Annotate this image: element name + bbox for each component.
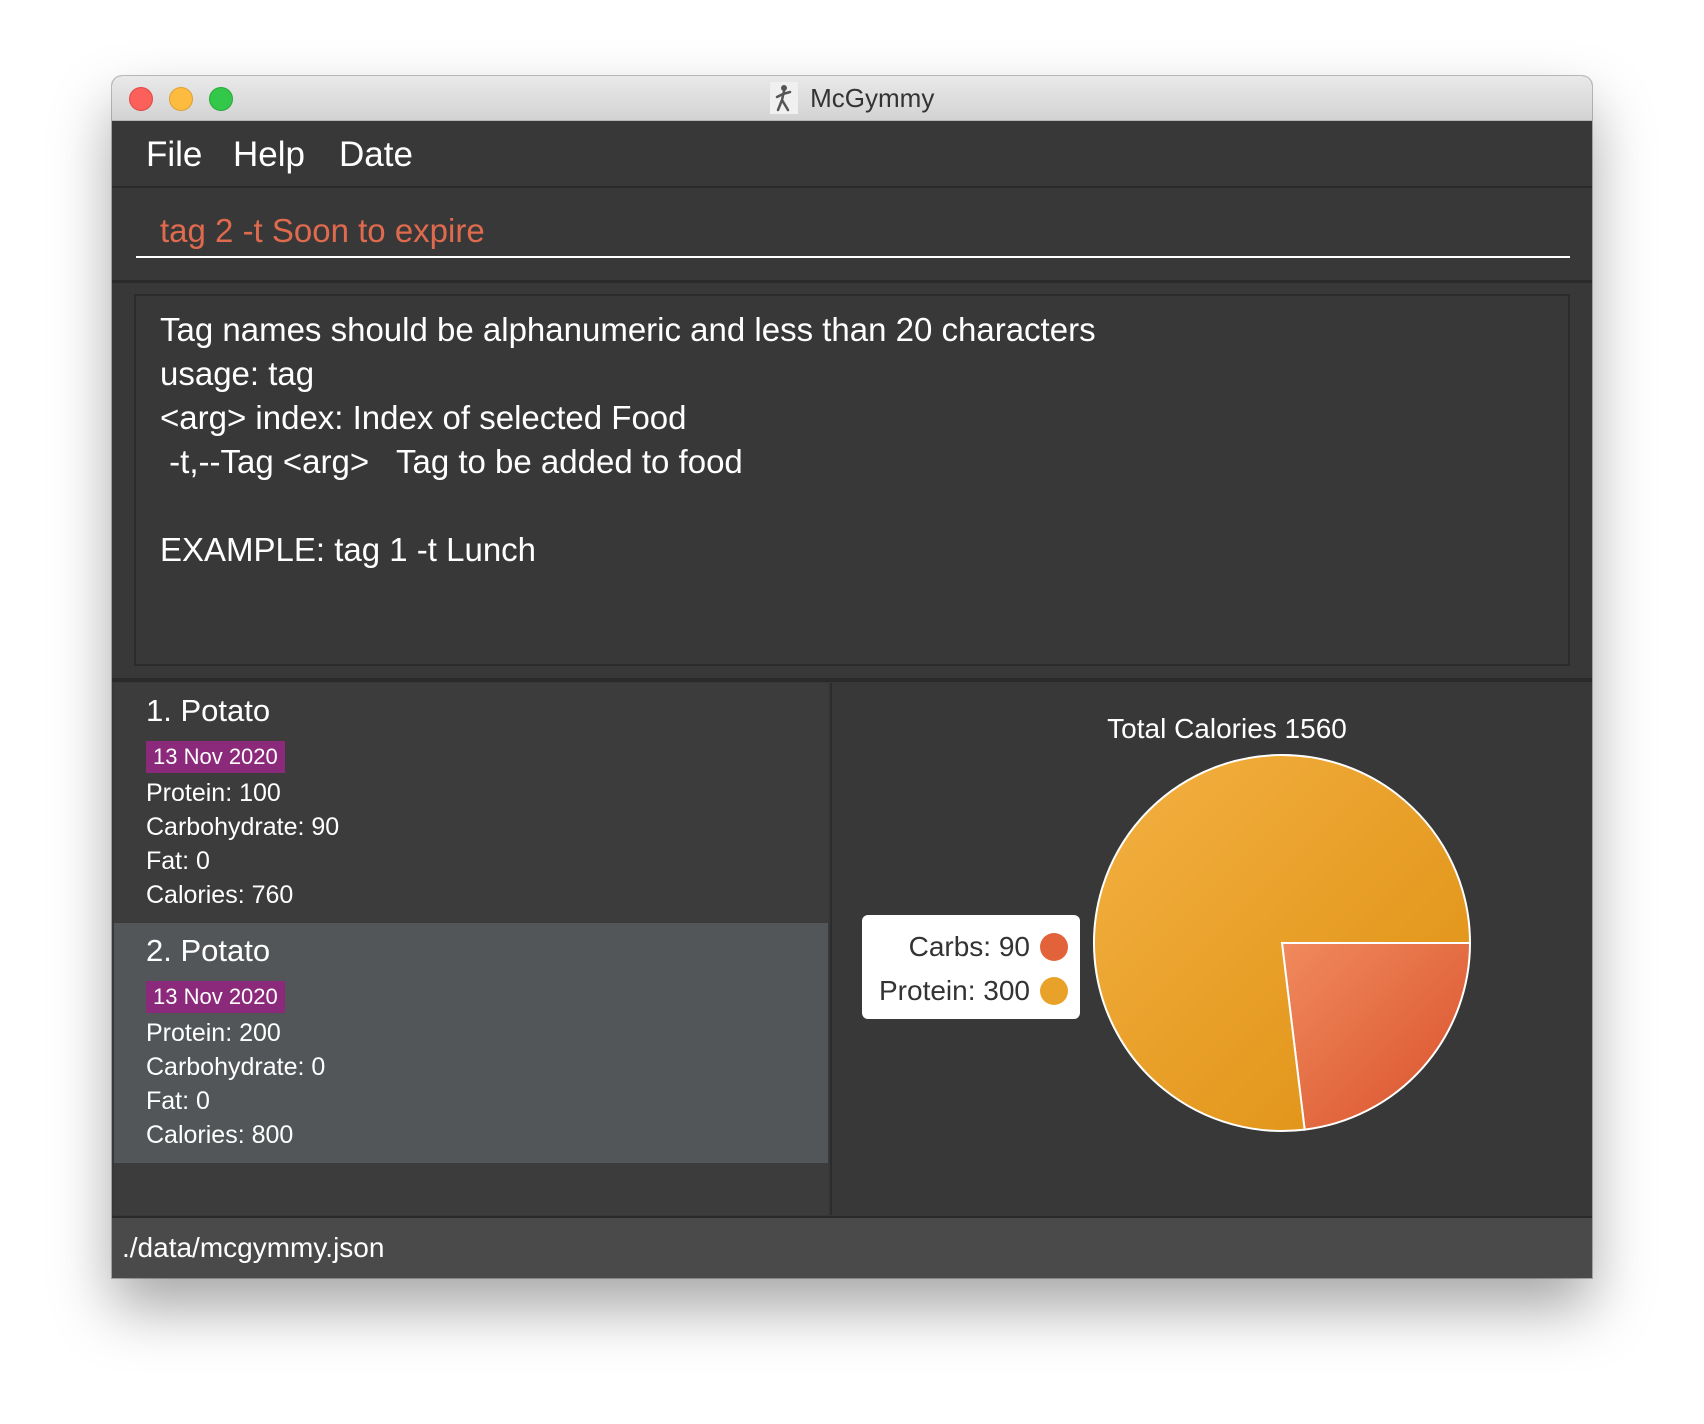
calories-chart-panel: Total Calories 1560 Carbs: 90 Protein: 3… [830,683,1592,1215]
food-fat: Fat: 0 [146,847,210,875]
result-line [160,484,1544,528]
food-protein: Protein: 100 [146,779,281,807]
command-area: tag 2 -t Soon to expire [112,188,1592,283]
menu-date[interactable]: Date [339,135,413,175]
food-card-1[interactable]: 1. Potato 13 Nov 2020 Protein: 100 Carbo… [114,683,828,923]
food-calories: Calories: 760 [146,881,294,909]
food-card-2[interactable]: 2. Potato 13 Nov 2020 Protein: 200 Carbo… [114,923,828,1163]
pie-chart [1093,754,1472,1132]
result-line: <arg> index: Index of selected Food [160,399,687,436]
data-file-path: ./data/mcgymmy.json [122,1232,385,1263]
panel-divider [112,678,1592,682]
food-tag: 13 Nov 2020 [146,741,285,773]
status-bar: ./data/mcgymmy.json [112,1216,1592,1278]
food-carbs: Carbohydrate: 0 [146,1053,326,1081]
food-protein: Protein: 200 [146,1019,281,1047]
food-carbs: Carbohydrate: 90 [146,813,340,841]
food-name: 1. Potato [146,693,271,728]
window-title-group: McGymmy [112,76,1592,120]
menu-help[interactable]: Help [233,135,305,175]
result-line: -t,--Tag <arg> Tag to be added to food [160,443,743,480]
result-display: Tag names should be alphanumeric and les… [134,294,1570,666]
pie-slice-carbs [1280,942,1472,1131]
result-line: usage: tag [160,355,315,392]
title-bar[interactable]: McGymmy [112,76,1592,121]
food-fat: Fat: 0 [146,1087,210,1115]
result-line: Tag names should be alphanumeric and les… [160,311,1096,348]
food-tag: 13 Nov 2020 [146,981,285,1013]
app-window: McGymmy File Help Date tag 2 -t Soon to … [112,76,1592,1278]
result-line: EXAMPLE: tag 1 -t Lunch [160,531,537,568]
food-list[interactable]: 1. Potato 13 Nov 2020 Protein: 100 Carbo… [114,683,828,1215]
command-input[interactable]: tag 2 -t Soon to expire [136,206,1570,258]
menu-file[interactable]: File [146,135,202,175]
menu-bar: File Help Date [112,121,1592,188]
window-title: McGymmy [810,82,935,113]
food-name: 2. Potato [146,933,271,968]
app-icon [769,82,798,114]
food-calories: Calories: 800 [146,1121,294,1149]
